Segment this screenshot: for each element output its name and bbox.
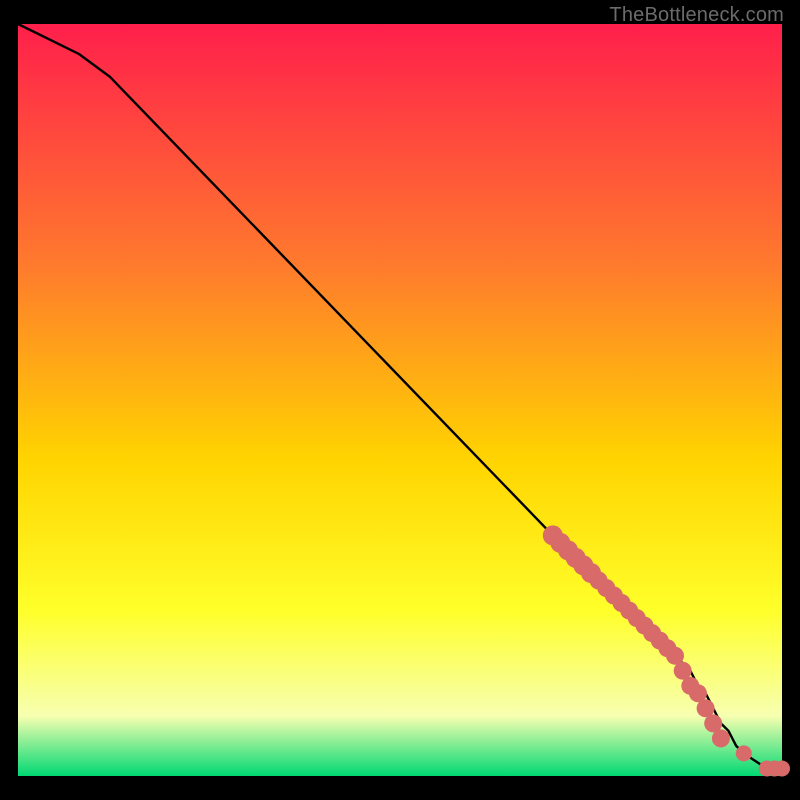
- data-dot: [712, 729, 730, 747]
- data-dot: [774, 761, 790, 777]
- plot-background: [18, 24, 782, 776]
- chart-stage: TheBottleneck.com: [0, 0, 800, 800]
- chart-svg: [0, 0, 800, 800]
- watermark-label: TheBottleneck.com: [609, 4, 784, 27]
- data-dot: [736, 745, 752, 761]
